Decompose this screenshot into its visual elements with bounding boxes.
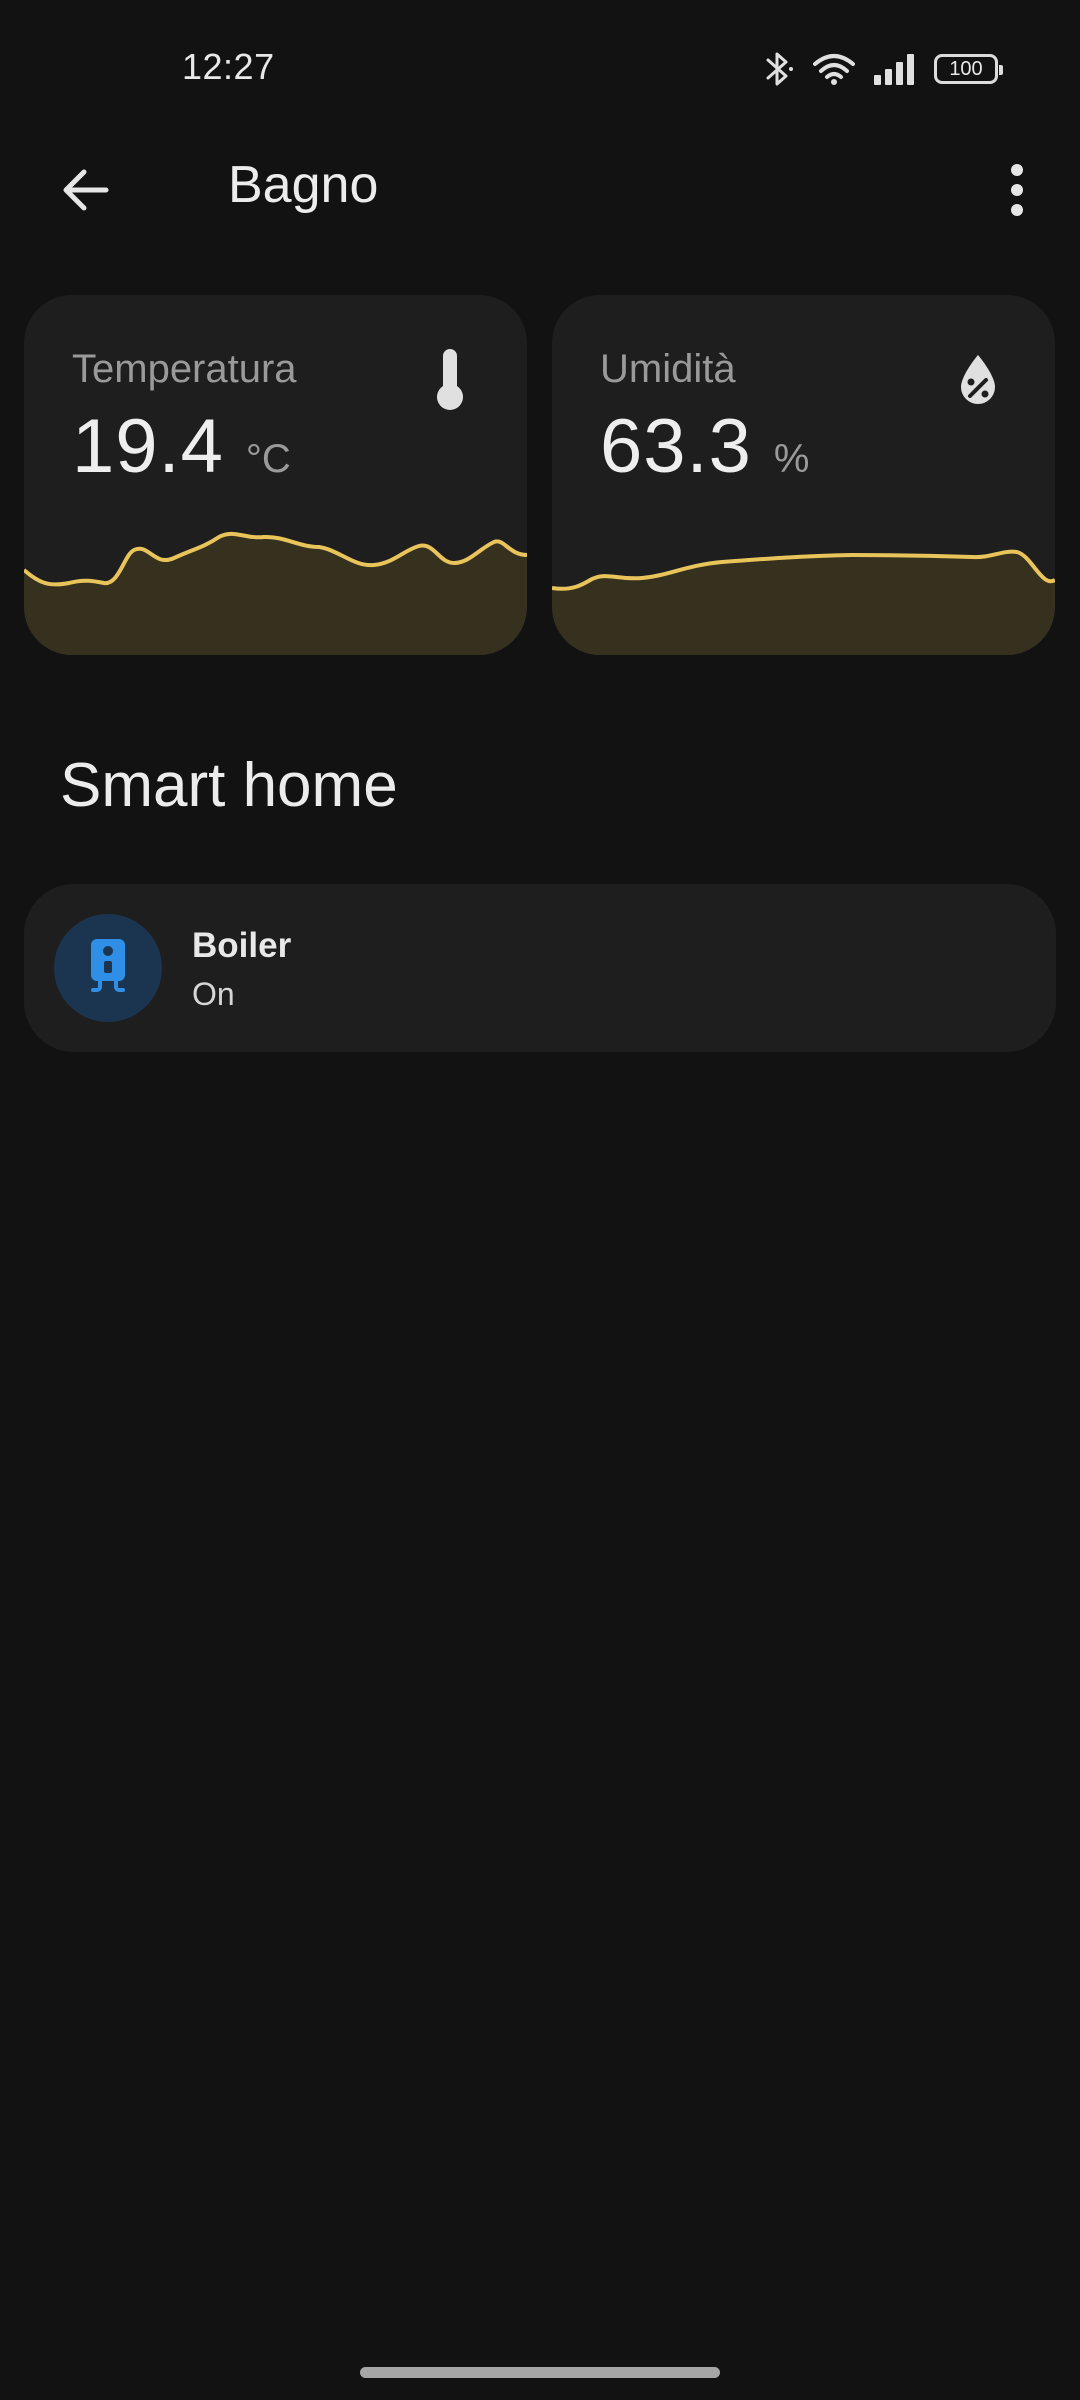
status-time: 12:27 <box>182 46 275 87</box>
device-state: On <box>192 976 235 1012</box>
water-boiler-icon <box>88 937 128 1000</box>
humidity-value-row: 63.3 % <box>600 403 810 490</box>
arrow-left-icon <box>58 163 112 222</box>
temperature-sparkline <box>24 531 527 655</box>
humidity-value: 63.3 <box>600 404 752 489</box>
app-header: Bagno <box>0 135 1080 240</box>
gesture-navigation-bar[interactable] <box>360 2367 720 2378</box>
temperature-label: Temperatura <box>72 347 297 391</box>
thermometer-icon <box>425 345 475 415</box>
humidity-card[interactable]: Umidità 63.3 % <box>552 295 1055 655</box>
humidity-sparkline-area <box>552 551 1055 655</box>
temperature-unit: °C <box>245 437 291 481</box>
temperature-sparkline-area <box>24 533 527 655</box>
bluetooth-icon <box>762 50 796 88</box>
humidity-label: Umidità <box>600 347 736 391</box>
status-bar: 12:27 100 <box>0 0 1080 135</box>
smart-home-section-title: Smart home <box>60 751 398 820</box>
more-options-button[interactable] <box>982 157 1052 227</box>
humidity-sparkline <box>552 549 1055 655</box>
temperature-card[interactable]: Temperatura 19.4 °C <box>24 295 527 655</box>
temperature-value: 19.4 <box>72 404 224 489</box>
temperature-value-row: 19.4 °C <box>72 403 291 490</box>
device-name: Boiler <box>192 926 292 965</box>
humidity-unit: % <box>773 437 810 481</box>
back-button[interactable] <box>50 157 120 227</box>
water-percent-icon <box>953 345 1003 415</box>
more-vertical-icon <box>1007 163 1027 222</box>
status-icons: 100 <box>762 48 1003 90</box>
device-boiler[interactable]: Boiler On <box>24 884 1056 1052</box>
signal-icon <box>872 53 918 85</box>
page-title: Bagno <box>228 156 379 214</box>
device-icon-badge[interactable] <box>54 914 162 1022</box>
wifi-icon <box>812 52 856 86</box>
battery-icon: 100 <box>934 54 1003 84</box>
